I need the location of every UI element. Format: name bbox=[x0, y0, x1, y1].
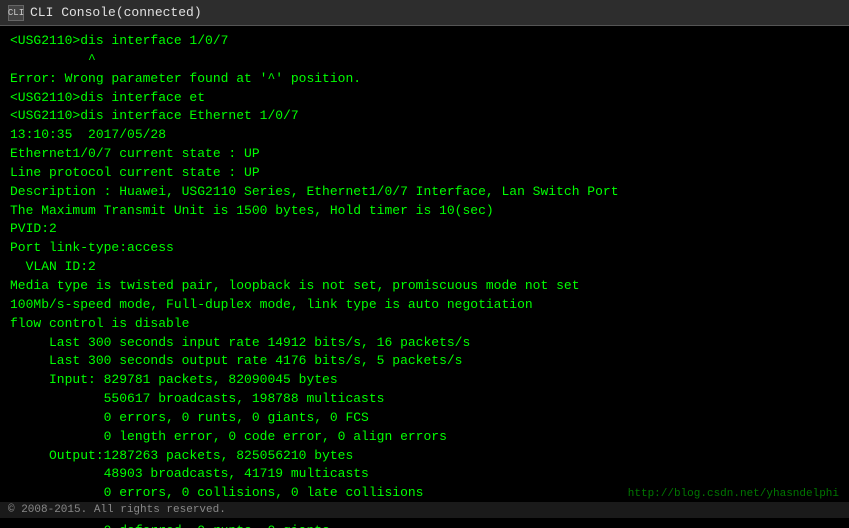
console-line: 48903 broadcasts, 41719 multicasts bbox=[10, 465, 839, 484]
app-icon: CLI bbox=[8, 5, 24, 21]
console-line: <USG2110>dis interface et bbox=[10, 89, 839, 108]
console-line: PVID:2 bbox=[10, 220, 839, 239]
console-line: Description : Huawei, USG2110 Series, Et… bbox=[10, 183, 839, 202]
console-line: 0 length error, 0 code error, 0 align er… bbox=[10, 428, 839, 447]
console-area[interactable]: <USG2110>dis interface 1/0/7 ^Error: Wro… bbox=[0, 26, 849, 528]
console-line: ^ bbox=[10, 51, 839, 70]
console-line: The Maximum Transmit Unit is 1500 bytes,… bbox=[10, 202, 839, 221]
console-line: <USG2110>dis interface Ethernet 1/0/7 bbox=[10, 107, 839, 126]
console-line: 0 deferred, 0 runts, 0 giants bbox=[10, 522, 839, 528]
console-output: <USG2110>dis interface 1/0/7 ^Error: Wro… bbox=[10, 32, 839, 528]
console-line: Ethernet1/0/7 current state : UP bbox=[10, 145, 839, 164]
console-line: Port link-type:access bbox=[10, 239, 839, 258]
console-line: Last 300 seconds output rate 4176 bits/s… bbox=[10, 352, 839, 371]
console-line: 13:10:35 2017/05/28 bbox=[10, 126, 839, 145]
footer-url: http://blog.csdn.net/yhasndelphi bbox=[628, 488, 839, 500]
console-line: flow control is disable bbox=[10, 315, 839, 334]
footer-copy: © 2008-2015. All rights reserved. bbox=[0, 502, 849, 518]
console-line: <USG2110>dis interface 1/0/7 bbox=[10, 32, 839, 51]
console-line: 550617 broadcasts, 198788 multicasts bbox=[10, 390, 839, 409]
title-bar-text: CLI Console(connected) bbox=[30, 5, 202, 20]
console-line: Last 300 seconds input rate 14912 bits/s… bbox=[10, 334, 839, 353]
console-line: 100Mb/s-speed mode, Full-duplex mode, li… bbox=[10, 296, 839, 315]
console-line: Input: 829781 packets, 82090045 bytes bbox=[10, 371, 839, 390]
console-line: Line protocol current state : UP bbox=[10, 164, 839, 183]
console-line: VLAN ID:2 bbox=[10, 258, 839, 277]
console-line: Media type is twisted pair, loopback is … bbox=[10, 277, 839, 296]
console-line: Error: Wrong parameter found at '^' posi… bbox=[10, 70, 839, 89]
console-line: Output:1287263 packets, 825056210 bytes bbox=[10, 447, 839, 466]
console-line: 0 errors, 0 runts, 0 giants, 0 FCS bbox=[10, 409, 839, 428]
title-bar: CLI CLI Console(connected) bbox=[0, 0, 849, 26]
